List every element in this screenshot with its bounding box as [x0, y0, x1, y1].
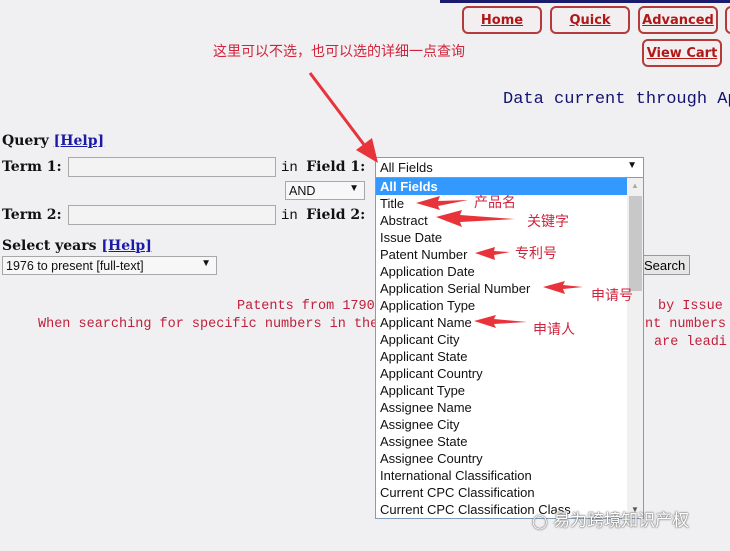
- arrow-applicant-name: [474, 315, 527, 328]
- arrow-patent-number: [475, 247, 510, 260]
- watermark: ◯ 易为跨境知识产权: [532, 506, 689, 531]
- arrow-abstract: [436, 210, 515, 227]
- arrow-to-field1-head: [356, 138, 378, 163]
- wechat-icon: ◯: [532, 514, 548, 530]
- arrow-title: [416, 196, 468, 210]
- annotation-arrows: [308, 72, 583, 328]
- arrow-application-serial: [543, 281, 583, 294]
- watermark-text: 易为跨境知识产权: [553, 511, 690, 531]
- arrow-to-field1: [308, 72, 370, 151]
